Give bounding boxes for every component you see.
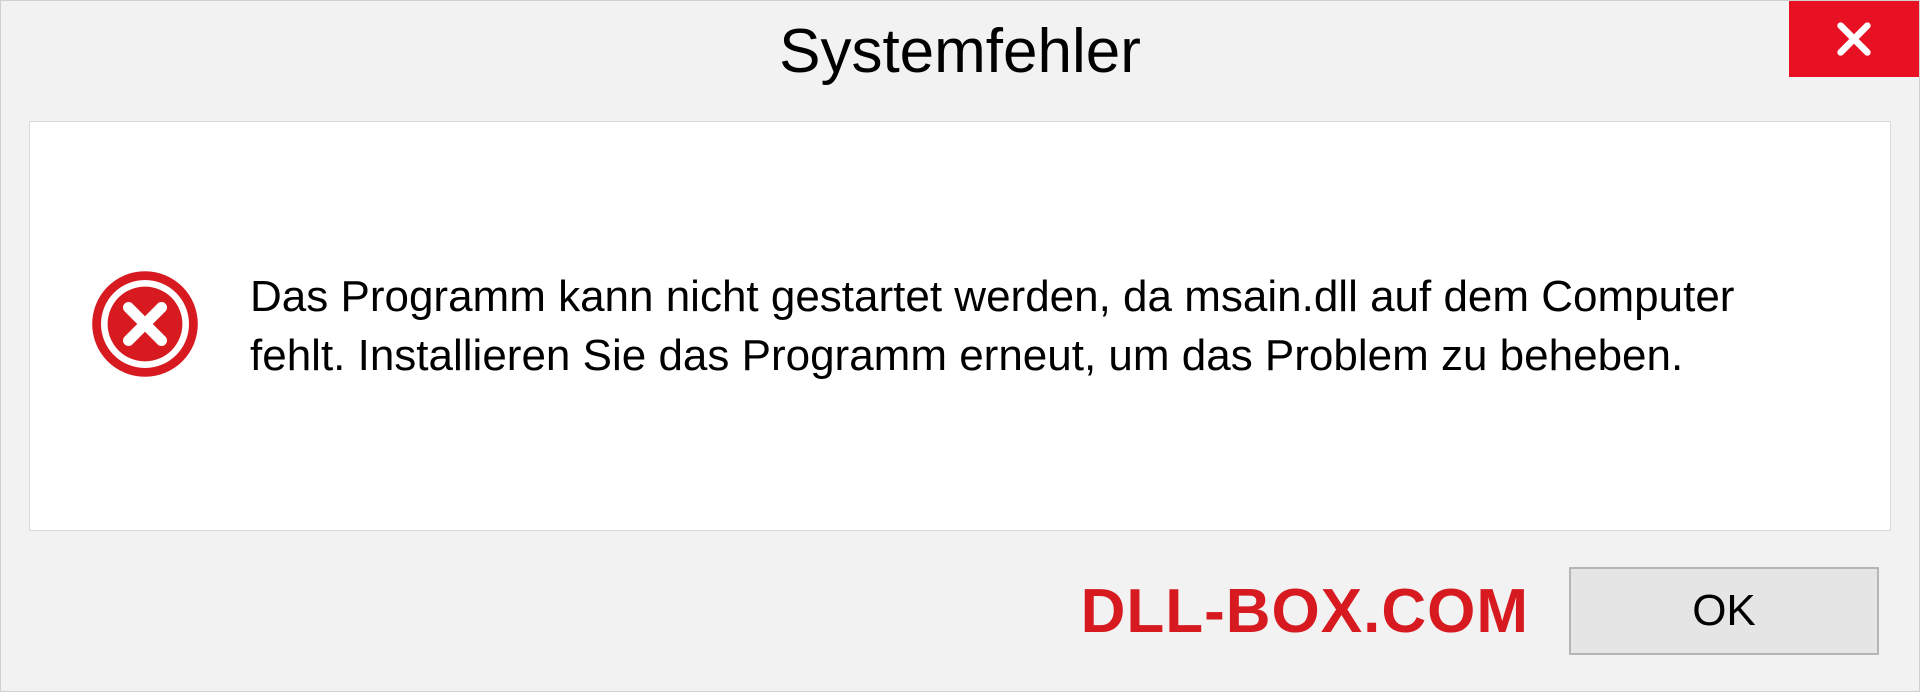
dialog-title: Systemfehler bbox=[779, 16, 1141, 87]
dialog-footer: DLL-BOX.COM OK bbox=[1, 531, 1919, 691]
close-button[interactable] bbox=[1789, 1, 1919, 77]
error-dialog: Systemfehler Das Programm kann nicht ges… bbox=[0, 0, 1920, 692]
error-icon bbox=[90, 269, 200, 384]
watermark-text: DLL-BOX.COM bbox=[1081, 576, 1529, 647]
error-message: Das Programm kann nicht gestartet werden… bbox=[250, 267, 1830, 386]
ok-button[interactable]: OK bbox=[1569, 567, 1879, 655]
titlebar: Systemfehler bbox=[1, 1, 1919, 101]
close-icon bbox=[1834, 19, 1874, 59]
content-area: Das Programm kann nicht gestartet werden… bbox=[29, 121, 1891, 531]
